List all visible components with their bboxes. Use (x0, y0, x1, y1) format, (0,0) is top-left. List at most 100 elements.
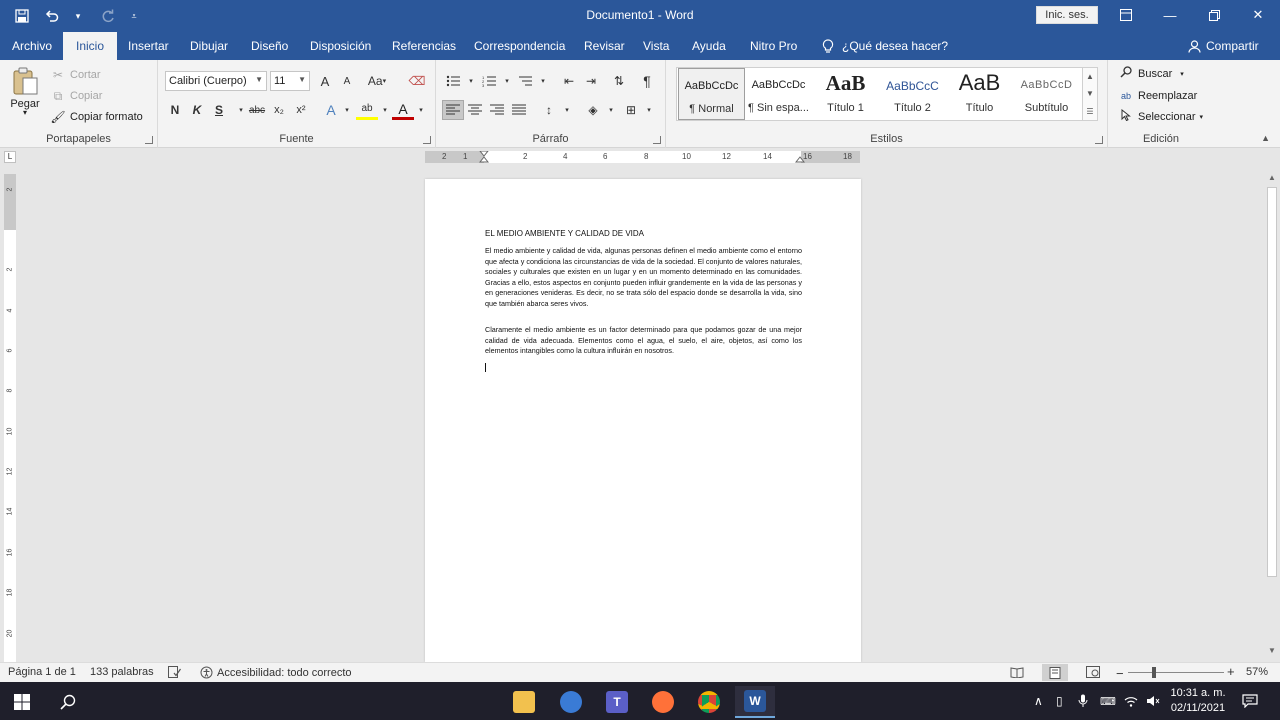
zoom-slider-thumb[interactable] (1152, 667, 1156, 678)
change-case-button[interactable]: Aa ▾ (362, 71, 392, 91)
paragraph-launcher-icon[interactable] (653, 136, 661, 144)
grow-font-button[interactable]: A (314, 71, 336, 91)
word-icon[interactable]: W (735, 686, 775, 718)
style-subtitulo[interactable]: AaBbCcD Subtítulo (1013, 68, 1080, 120)
align-center-icon[interactable] (464, 100, 486, 120)
tab-vista[interactable]: Vista (643, 32, 669, 60)
show-hidden-icons[interactable]: ∧ (1034, 682, 1043, 720)
app-2-icon[interactable] (551, 686, 591, 718)
copy-button[interactable]: ⧉ Copiar (50, 88, 103, 104)
tab-revisar[interactable]: Revisar (584, 32, 625, 60)
align-right-icon[interactable] (486, 100, 508, 120)
read-mode-icon[interactable] (1010, 666, 1024, 678)
style-titulo-1[interactable]: AaB Título 1 (812, 68, 879, 120)
tab-dibujar[interactable]: Dibujar (190, 32, 228, 60)
tell-me-box[interactable]: ¿Qué desea hacer? (822, 32, 948, 60)
align-left-icon[interactable] (442, 100, 464, 120)
font-launcher-icon[interactable] (423, 136, 431, 144)
scroll-up-icon[interactable]: ▲ (1264, 173, 1280, 187)
touchpad-icon[interactable]: ▯ (1056, 682, 1063, 720)
increase-indent-icon[interactable]: ⇥ (580, 71, 602, 91)
minimize-icon[interactable]: — (1148, 0, 1192, 30)
restore-icon[interactable] (1192, 0, 1236, 30)
scroll-thumb[interactable] (1267, 187, 1277, 577)
tab-inicio[interactable]: Inicio (63, 32, 118, 60)
firefox-icon[interactable] (643, 686, 683, 718)
decrease-indent-icon[interactable]: ⇤ (558, 71, 580, 91)
microphone-icon[interactable] (1078, 682, 1088, 720)
tab-archivo[interactable]: Archivo (12, 32, 52, 60)
redo-icon[interactable] (96, 4, 120, 28)
undo-icon[interactable] (40, 4, 64, 28)
teams-icon[interactable]: T (597, 686, 637, 718)
bold-button[interactable]: N (164, 100, 186, 120)
borders-dropdown-icon[interactable]: ▾ (638, 100, 660, 120)
signin-button[interactable]: Inic. ses. (1036, 6, 1098, 24)
font-family-select[interactable]: Calibri (Cuerpo) ▼ (165, 71, 267, 91)
underline-button[interactable]: S (208, 100, 230, 120)
tab-correspondencia[interactable]: Correspondencia (474, 32, 565, 60)
volume-icon[interactable] (1146, 682, 1160, 720)
horizontal-ruler[interactable]: 2 1 2 4 6 8 10 12 14 16 18 (425, 151, 860, 163)
language-icon[interactable]: ⌨ (1100, 682, 1116, 720)
page-count[interactable]: Página 1 de 1 (8, 666, 76, 678)
tab-selector[interactable]: L (4, 151, 16, 163)
vertical-scrollbar[interactable]: ▲ ▼ (1264, 171, 1280, 662)
font-size-select[interactable]: 11 ▼ (270, 71, 310, 91)
undo-dropdown-icon[interactable]: ▾ (66, 4, 90, 28)
style-normal[interactable]: AaBbCcDc ¶ Normal (678, 68, 745, 120)
chrome-icon[interactable] (689, 686, 729, 718)
find-button[interactable]: Buscar ▾ (1118, 66, 1184, 82)
tab-ayuda[interactable]: Ayuda (692, 32, 726, 60)
replace-button[interactable]: ab Reemplazar (1118, 88, 1197, 104)
format-painter-button[interactable]: 🖌 Copiar formato (50, 109, 142, 125)
vertical-ruler[interactable]: 2 2 4 6 8 10 12 14 16 18 20 (4, 174, 16, 662)
tab-insertar[interactable]: Insertar (128, 32, 169, 60)
show-formatting-button[interactable]: ¶ (636, 71, 658, 91)
shading-dropdown-icon[interactable]: ▾ (600, 100, 622, 120)
more-styles-icon[interactable]: ☰ (1086, 107, 1093, 116)
justify-icon[interactable] (508, 100, 530, 120)
style-sin-espaciado[interactable]: AaBbCcDc ¶ Sin espa... (745, 68, 812, 120)
select-dropdown-icon[interactable]: ▾ (1199, 113, 1203, 121)
web-layout-icon[interactable] (1086, 666, 1100, 678)
clock[interactable]: 10:31 a. m. 02/11/2021 (1166, 686, 1230, 716)
save-icon[interactable] (10, 4, 34, 28)
document-page[interactable]: EL MEDIO AMBIENTE Y CALIDAD DE VIDA El m… (425, 179, 861, 662)
zoom-level[interactable]: 57% (1246, 666, 1268, 678)
superscript-button[interactable]: x² (290, 100, 312, 120)
tab-nitro-pro[interactable]: Nitro Pro (750, 32, 797, 60)
proofing-icon[interactable] (168, 666, 181, 678)
strikethrough-button[interactable]: abc (246, 100, 268, 120)
windows-start-icon[interactable] (2, 686, 42, 718)
style-titulo-2[interactable]: AaBbCcC Título 2 (879, 68, 946, 120)
close-icon[interactable]: ✕ (1236, 0, 1280, 30)
font-color-dropdown-icon[interactable]: ▾ (410, 100, 432, 120)
tab-diseno[interactable]: Diseño (251, 32, 288, 60)
notifications-icon[interactable] (1242, 682, 1258, 720)
sort-icon[interactable]: ⇅ (608, 71, 630, 91)
zoom-slider-track[interactable] (1128, 672, 1224, 673)
tab-referencias[interactable]: Referencias (392, 32, 456, 60)
subscript-button[interactable]: x₂ (268, 100, 290, 120)
ribbon-display-icon[interactable] (1104, 0, 1148, 30)
indent-marker-icon[interactable] (479, 151, 489, 165)
paste-button[interactable]: Pegar ▾ (10, 66, 40, 117)
multilevel-dropdown-icon[interactable]: ▾ (532, 71, 554, 91)
share-button[interactable]: Compartir (1188, 32, 1259, 60)
chevron-up-icon[interactable]: ▲ (1086, 72, 1094, 81)
italic-button[interactable]: K (186, 100, 208, 120)
paste-dropdown-icon[interactable]: ▾ (23, 108, 27, 117)
print-layout-icon[interactable] (1042, 664, 1068, 681)
accessibility-status[interactable]: Accesibilidad: todo correcto (200, 666, 352, 679)
line-spacing-dropdown-icon[interactable]: ▾ (556, 100, 578, 120)
select-button[interactable]: Seleccionar ▾ (1118, 108, 1203, 125)
scroll-down-icon[interactable]: ▼ (1264, 646, 1280, 660)
clear-formatting-icon[interactable]: ⌫ (406, 71, 428, 91)
customize-icon[interactable]: ⩡ (122, 4, 146, 28)
collapse-ribbon-icon[interactable]: ▲ (1261, 133, 1270, 143)
shrink-font-button[interactable]: A (336, 71, 358, 91)
right-indent-icon[interactable] (795, 155, 805, 163)
file-explorer-icon[interactable] (504, 686, 544, 718)
zoom-out-icon[interactable]: − (1116, 666, 1124, 681)
